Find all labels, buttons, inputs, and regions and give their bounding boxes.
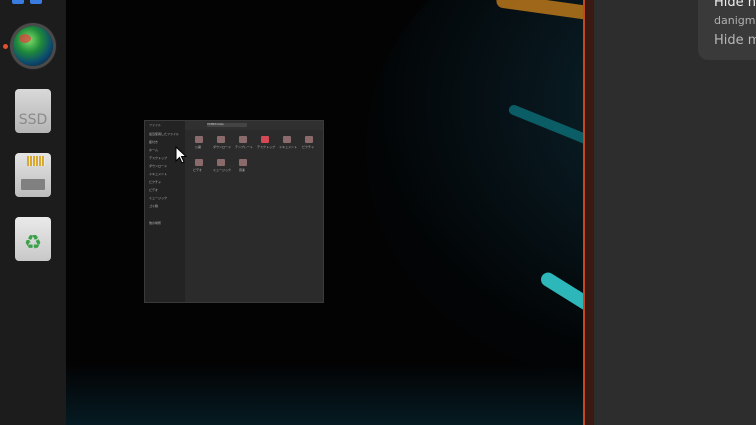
globe-icon bbox=[13, 26, 53, 66]
dock-item-trash[interactable]: ♻ bbox=[13, 217, 53, 261]
sd-card-icon bbox=[15, 153, 51, 197]
folder-icon[interactable] bbox=[283, 136, 291, 143]
sidebar-title: ファイル bbox=[149, 123, 162, 127]
folder-icon[interactable] bbox=[217, 136, 225, 143]
dock-item-ssd[interactable]: SSD bbox=[13, 89, 53, 133]
sidebar-item[interactable]: 星付き bbox=[149, 140, 158, 144]
running-indicator bbox=[3, 44, 8, 49]
sidebar-item[interactable]: ビデオ bbox=[149, 188, 158, 192]
notification-subtitle: danigm bbox=[714, 14, 756, 27]
folder-label: 音楽 bbox=[239, 168, 246, 172]
sidebar-item[interactable]: ピクチャ bbox=[149, 180, 161, 184]
dock: SSD ♻ bbox=[0, 0, 66, 425]
ssd-label: SSD bbox=[18, 112, 48, 128]
sidebar-item[interactable]: ゴミ箱 bbox=[149, 204, 158, 208]
folder-icon[interactable] bbox=[261, 136, 269, 143]
sidebar-item[interactable]: 最近使用したファイル bbox=[149, 132, 179, 136]
folder-label: ミュージック bbox=[213, 168, 231, 172]
sidebar-item[interactable]: ホーム bbox=[149, 148, 158, 152]
notification-card[interactable]: Hide h danigm Hide m bbox=[698, 0, 756, 60]
path-bar[interactable]: HOME/hidden bbox=[207, 123, 247, 127]
folder-icon[interactable] bbox=[239, 159, 247, 166]
file-manager-headerbar: HOME/hidden bbox=[185, 121, 323, 130]
folder-label: ビデオ bbox=[193, 168, 203, 172]
dock-item-sd-card[interactable] bbox=[13, 153, 53, 197]
sidebar-item[interactable]: ダウンロード bbox=[149, 164, 167, 168]
sidebar-item[interactable]: 他の場所 bbox=[149, 221, 161, 225]
folder-label: デスクトップ bbox=[257, 145, 276, 149]
trash-icon: ♻ bbox=[15, 217, 51, 261]
folder-label: ドキュメント bbox=[279, 145, 298, 149]
mouse-pointer-icon bbox=[175, 146, 187, 164]
right-panel bbox=[594, 0, 756, 425]
sidebar-item[interactable]: ドキュメント bbox=[149, 172, 167, 176]
workspace-edge-strip bbox=[585, 0, 594, 425]
folder-icon[interactable] bbox=[305, 136, 313, 143]
folder-icon[interactable] bbox=[239, 136, 247, 143]
ssd-drive-icon: SSD bbox=[15, 89, 51, 133]
folder-label: テンプレート bbox=[235, 145, 253, 149]
dock-top-indicators bbox=[12, 0, 52, 4]
folder-icon[interactable] bbox=[217, 159, 225, 166]
notification-action[interactable]: Hide m bbox=[714, 33, 756, 48]
folder-icon[interactable] bbox=[195, 159, 203, 166]
file-manager-window-thumbnail[interactable]: ファイル 最近使用したファイル 星付き ホーム デスクトップ ダウンロード ドキ… bbox=[144, 120, 324, 303]
folder-label: ピクチャ bbox=[302, 145, 314, 149]
folder-label: 公開 bbox=[195, 145, 202, 149]
folder-icon[interactable] bbox=[195, 136, 203, 143]
notification-title: Hide h bbox=[714, 0, 756, 10]
sidebar-item[interactable]: ミュージック bbox=[149, 196, 167, 200]
dock-item-browser[interactable] bbox=[13, 24, 53, 68]
sidebar-item[interactable]: デスクトップ bbox=[149, 156, 167, 160]
folder-label: ダウンロード bbox=[213, 145, 232, 149]
